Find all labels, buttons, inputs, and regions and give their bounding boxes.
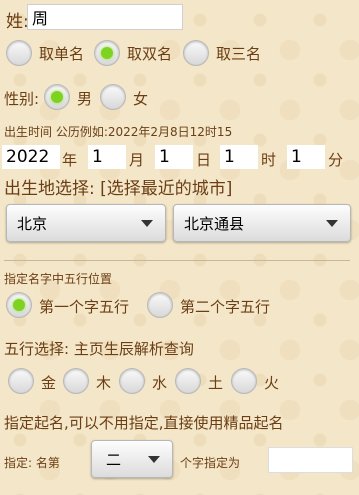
- specify-note: 指定起名,可以不用指定,直接使用精品起名: [4, 414, 284, 432]
- birthplace-label: 出生地选择: [选择最近的城市]: [4, 179, 233, 199]
- radio-single-name[interactable]: [6, 40, 32, 66]
- char-position-value: 二: [106, 450, 122, 469]
- single-name-label: 取单名: [39, 45, 85, 63]
- surname-input[interactable]: [27, 4, 183, 30]
- year-input[interactable]: [2, 145, 60, 169]
- metal-label: 金: [41, 374, 57, 392]
- specify-suffix: 个字指定为: [180, 456, 241, 470]
- water-label: 水: [152, 374, 168, 392]
- province-value: 北京: [17, 214, 48, 233]
- minute-input[interactable]: [287, 145, 325, 169]
- month-input[interactable]: [88, 145, 126, 169]
- specify-prefix: 指定: 名第: [4, 456, 60, 470]
- hour-input[interactable]: [220, 145, 258, 169]
- province-dropdown[interactable]: 北京: [6, 204, 166, 242]
- divider: [4, 260, 350, 261]
- wood-label: 木: [96, 374, 112, 392]
- chevron-down-icon: [326, 219, 338, 227]
- element-select-label: 五行选择: 主页生辰解析查询: [4, 340, 194, 358]
- triple-name-label: 取三名: [216, 45, 262, 63]
- radio-male[interactable]: [44, 84, 70, 110]
- city-value: 北京通县: [184, 214, 245, 233]
- hour-unit: 时: [261, 151, 277, 169]
- male-label: 男: [77, 90, 93, 108]
- radio-earth[interactable]: [175, 368, 201, 394]
- radio-first-char-element[interactable]: [6, 292, 32, 318]
- radio-wood[interactable]: [63, 368, 89, 394]
- double-name-label: 取双名: [127, 45, 173, 63]
- day-input[interactable]: [155, 145, 193, 169]
- female-label: 女: [133, 90, 149, 108]
- minute-unit: 分: [328, 151, 344, 169]
- month-unit: 月: [129, 151, 145, 169]
- radio-female[interactable]: [100, 84, 126, 110]
- chevron-down-icon: [148, 455, 160, 463]
- element-position-label: 指定名字中五行位置: [4, 272, 113, 286]
- earth-label: 土: [208, 374, 224, 392]
- first-char-element-label: 第一个字五行: [39, 298, 130, 316]
- chevron-down-icon: [141, 219, 153, 227]
- gender-label: 性别:: [4, 90, 40, 108]
- radio-triple-name[interactable]: [183, 40, 209, 66]
- radio-fire[interactable]: [231, 368, 257, 394]
- second-char-element-label: 第二个字五行: [180, 298, 271, 316]
- surname-label: 姓:: [6, 12, 29, 32]
- radio-water[interactable]: [119, 368, 145, 394]
- radio-metal[interactable]: [8, 368, 34, 394]
- radio-second-char-element[interactable]: [147, 292, 173, 318]
- birth-time-hint: 出生时间 公历例如:2022年2月8日12时15: [4, 125, 233, 139]
- radio-double-name[interactable]: [94, 40, 120, 66]
- city-dropdown[interactable]: 北京通县: [173, 204, 351, 242]
- fire-label: 火: [264, 374, 280, 392]
- specified-char-input[interactable]: [268, 447, 353, 473]
- year-unit: 年: [62, 151, 78, 169]
- char-position-dropdown[interactable]: 二: [91, 440, 173, 478]
- day-unit: 日: [196, 151, 212, 169]
